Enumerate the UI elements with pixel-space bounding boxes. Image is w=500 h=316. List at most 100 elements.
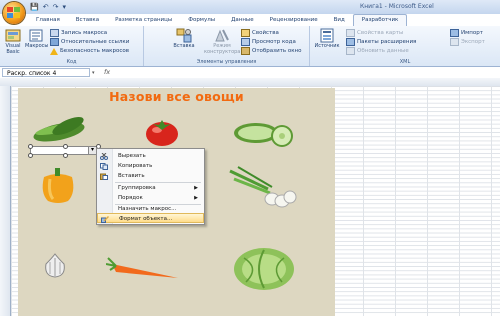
export-icon: [450, 38, 459, 46]
tab-formulas[interactable]: Формулы: [180, 14, 223, 26]
menu-item-format-object[interactable]: Формат объекта...: [97, 213, 204, 223]
name-box-dropdown-icon[interactable]: ▾: [92, 70, 95, 76]
menu-item-paste[interactable]: Вставить: [97, 171, 204, 181]
menu-item-cut[interactable]: Вырезать: [97, 151, 204, 161]
visual-basic-icon: [5, 28, 21, 43]
menu-item-label: Порядок: [118, 195, 143, 201]
map-properties-label: Свойства карты: [357, 30, 404, 36]
resize-handle[interactable]: [63, 153, 68, 158]
tab-home[interactable]: Главная: [28, 14, 68, 26]
submenu-arrow-icon: ▶: [194, 195, 198, 201]
view-code-label: Просмотр кода: [252, 39, 296, 45]
tomato-picture[interactable]: [143, 116, 181, 148]
page-title: Назови все овощи: [109, 89, 244, 104]
relative-refs-button[interactable]: Относительные ссылки: [50, 38, 129, 46]
menu-item-label: Копировать: [118, 163, 153, 169]
properties-icon: [241, 29, 250, 37]
code-group: Visual Basic Макросы Запись макроса Отно…: [0, 26, 144, 66]
qat-more-icon[interactable]: ▾: [62, 2, 66, 12]
undo-icon[interactable]: ↶: [43, 2, 49, 12]
tab-review[interactable]: Рецензирование: [262, 14, 326, 26]
bell-pepper-picture[interactable]: [36, 165, 80, 205]
record-macro-icon: [50, 29, 59, 37]
macros-icon: [28, 28, 44, 43]
row-headers[interactable]: [0, 86, 11, 316]
show-window-button[interactable]: Отобразить окно: [241, 47, 302, 55]
record-macro-button[interactable]: Запись макроса: [50, 29, 107, 37]
show-window-label: Отобразить окно: [252, 48, 302, 54]
menu-item-order[interactable]: Порядок ▶: [97, 193, 204, 203]
fx-icon[interactable]: fx: [104, 68, 110, 77]
export-label: Экспорт: [461, 39, 485, 45]
design-mode-icon: [214, 28, 230, 43]
context-menu: Вырезать Копировать Вставить Группировка…: [96, 148, 205, 225]
visual-basic-label: Visual Basic: [5, 43, 21, 55]
garlic-picture[interactable]: [40, 250, 70, 280]
carrot-picture[interactable]: [106, 248, 184, 284]
copy-icon: [100, 163, 108, 170]
view-code-button[interactable]: Просмотр кода: [241, 38, 296, 46]
window-title: Книга1 - Microsoft Excel: [360, 3, 434, 10]
expansion-packs-button[interactable]: Пакеты расширения: [346, 38, 416, 46]
resize-handle[interactable]: [28, 153, 33, 158]
submenu-arrow-icon: ▶: [194, 185, 198, 191]
paste-icon: [100, 173, 108, 180]
tab-page-layout[interactable]: Разметка страницы: [107, 14, 180, 26]
spring-onions-picture[interactable]: [228, 165, 298, 215]
ribbon: Visual Basic Макросы Запись макроса Отно…: [0, 26, 500, 67]
tab-insert[interactable]: Вставка: [68, 14, 107, 26]
name-box[interactable]: Раскр. список 4: [2, 68, 90, 77]
xml-source-icon: [319, 28, 335, 43]
refresh-data-icon: [346, 47, 355, 55]
visual-basic-button[interactable]: Visual Basic: [2, 28, 24, 55]
source-label: Источник: [314, 43, 340, 49]
insert-control-icon: [176, 28, 192, 43]
insert-control-button[interactable]: Вставка: [172, 28, 196, 49]
xml-group: Источник Свойства карты Пакеты расширени…: [310, 26, 500, 66]
tab-developer[interactable]: Разработчик: [352, 14, 408, 26]
controls-group: Вставка Режим конструктора Свойства Прос…: [144, 26, 310, 66]
macro-security-label: Безопасность макросов: [60, 48, 129, 54]
relative-refs-icon: [50, 38, 59, 46]
import-button[interactable]: Импорт: [450, 29, 483, 37]
cabbage-picture[interactable]: [232, 246, 296, 292]
resize-handle[interactable]: [28, 144, 33, 149]
warning-icon: [50, 47, 58, 55]
map-properties-icon: [346, 29, 355, 37]
map-properties-button[interactable]: Свойства карты: [346, 29, 403, 37]
menu-item-label: Формат объекта...: [119, 216, 173, 222]
record-macro-label: Запись макроса: [61, 30, 108, 36]
menu-item-label: Вырезать: [118, 153, 146, 159]
tab-data[interactable]: Данные: [223, 14, 262, 26]
code-group-label: Код: [66, 59, 77, 65]
xml-group-label: XML: [399, 59, 411, 65]
design-mode-button[interactable]: Режим конструктора: [204, 28, 240, 55]
menu-item-label: Группировка: [118, 185, 156, 191]
scissors-icon: [100, 153, 108, 160]
format-object-icon: [101, 216, 109, 223]
resize-handle[interactable]: [63, 144, 68, 149]
menu-item-label: Вставить: [118, 173, 145, 179]
ribbon-tabs: Главная Вставка Разметка страницы Формул…: [28, 14, 408, 26]
menu-item-copy[interactable]: Копировать: [97, 161, 204, 171]
macros-label: Макросы: [25, 43, 49, 49]
tab-view[interactable]: Вид: [326, 14, 353, 26]
sliced-cucumber-picture[interactable]: [232, 117, 297, 149]
office-logo-icon: [7, 7, 21, 19]
menu-item-grouping[interactable]: Группировка ▶: [97, 183, 204, 193]
export-button[interactable]: Экспорт: [450, 38, 485, 46]
source-button[interactable]: Источник: [312, 28, 342, 49]
refresh-data-button[interactable]: Обновить данные: [346, 47, 409, 55]
macros-button[interactable]: Макросы: [25, 28, 49, 49]
quick-access-toolbar: 💾 ↶ ↷ ▾: [30, 2, 66, 12]
redo-icon[interactable]: ↷: [53, 2, 59, 12]
save-icon[interactable]: 💾: [30, 2, 39, 12]
properties-button[interactable]: Свойства: [241, 29, 279, 37]
macro-security-button[interactable]: Безопасность макросов: [50, 47, 129, 55]
controls-group-label: Элементы управления: [196, 59, 257, 65]
cucumber-picture[interactable]: [30, 115, 88, 145]
import-label: Импорт: [461, 30, 483, 36]
expansion-packs-label: Пакеты расширения: [357, 39, 417, 45]
office-button[interactable]: [3, 2, 25, 24]
show-window-icon: [241, 47, 250, 55]
